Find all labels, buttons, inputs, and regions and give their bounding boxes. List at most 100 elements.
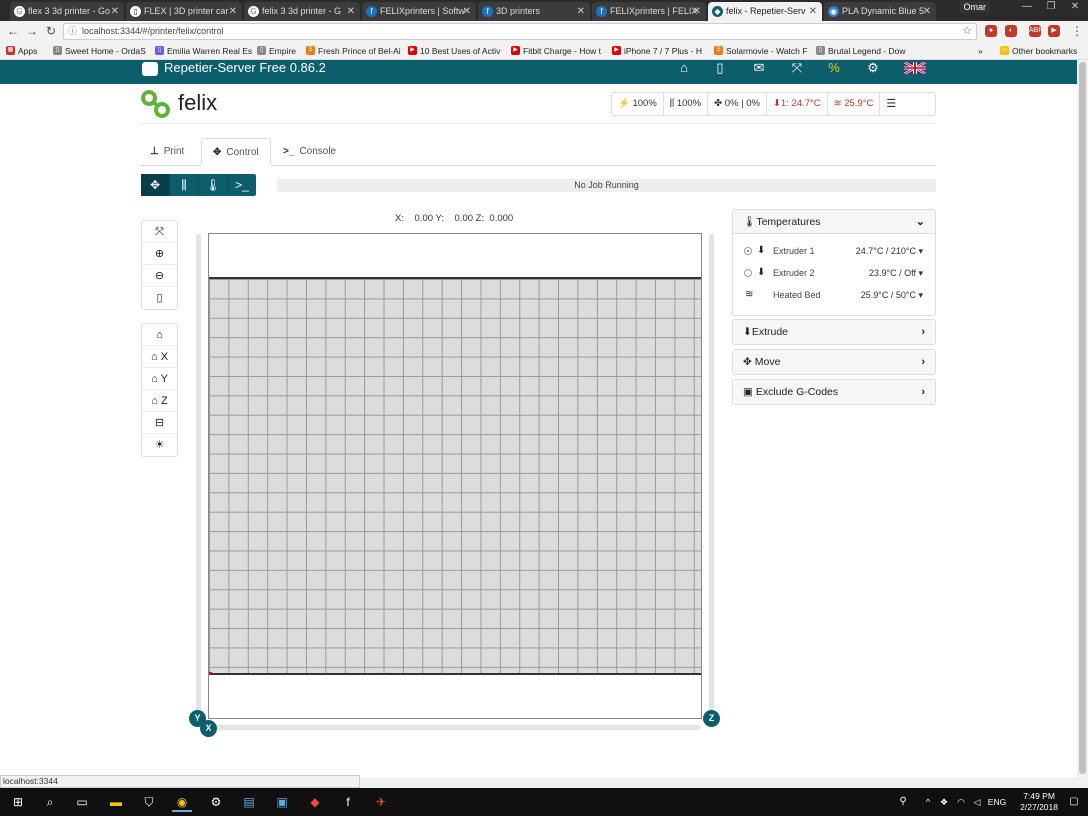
bookmark-item[interactable]: ▯ Empire xyxy=(257,44,296,58)
extension-icon[interactable]: ◐ xyxy=(1005,25,1017,37)
bed-temp-status[interactable]: ≋ 25.9°C xyxy=(828,93,881,115)
motors-off-icon[interactable]: ⊟ xyxy=(142,412,177,434)
print-bed-grid[interactable] xyxy=(209,277,701,675)
browser-tab-active[interactable]: ◆ felix - Repetier-Serv ✕ xyxy=(708,2,822,21)
zoom-out-icon[interactable]: ⊖ xyxy=(142,265,177,287)
z-slider-track-left[interactable] xyxy=(196,234,201,714)
home-z-button[interactable]: ⌂ Z xyxy=(142,390,177,412)
other-bookmarks[interactable]: ▭ Other bookmarks xyxy=(1000,44,1077,58)
extruder-temp-status[interactable]: ⬇1: 24.7°C xyxy=(767,93,828,115)
scrollbar-thumb[interactable] xyxy=(1079,62,1086,774)
home-icon[interactable]: ⌂ xyxy=(674,60,694,76)
extruder-2-radio[interactable] xyxy=(744,269,752,277)
browser-tab[interactable]: f FELIXprinters | FELIX ✕ xyxy=(592,2,706,21)
speed-status[interactable]: ⚡ 100% xyxy=(612,93,664,115)
heated-bed-temp-dropdown[interactable]: 25.9°C / 50°C ▾ xyxy=(861,284,923,306)
more-bookmarks-button[interactable]: » xyxy=(978,44,983,58)
volume-icon[interactable]: ◁ xyxy=(967,792,987,812)
app-icon[interactable]: ▤ xyxy=(239,792,259,812)
hamburger-menu-icon[interactable]: ☰ xyxy=(880,93,902,115)
move-panel[interactable]: ✥ Move › xyxy=(732,349,936,375)
x-slider-track[interactable] xyxy=(214,725,700,730)
z-slider-track-right[interactable] xyxy=(709,234,714,714)
close-tab-icon[interactable]: ✕ xyxy=(809,2,817,21)
close-tab-icon[interactable]: ✕ xyxy=(229,2,237,21)
console-view-button[interactable]: >_ xyxy=(228,174,256,196)
tab-print[interactable]: ⊥ Print xyxy=(150,138,206,166)
fullscreen-icon[interactable]: ⤧ xyxy=(787,60,807,76)
home-y-button[interactable]: ⌂ Y xyxy=(142,368,177,390)
z-axis-handle[interactable]: Z xyxy=(703,710,720,727)
reload-icon[interactable]: ↻ xyxy=(44,24,58,38)
temperatures-panel-header[interactable]: 🌡Temperatures ⌄ xyxy=(733,210,935,234)
bookmark-item[interactable]: ▶ Fitbit Charge - How t xyxy=(511,44,601,58)
extruder-view-button[interactable]: ⫼ xyxy=(170,174,199,196)
notifications-icon[interactable]: ▢ xyxy=(1064,792,1084,812)
bookmark-item[interactable]: ▯ Emilia Warren Real Es xyxy=(155,44,252,58)
browser-tab[interactable]: f 3D printers ✕ xyxy=(478,2,590,21)
adblock-icon[interactable]: ABP xyxy=(1029,25,1043,37)
move-view-button[interactable]: ✥ xyxy=(141,174,170,196)
profile-button[interactable]: Omar xyxy=(959,1,990,13)
close-tab-icon[interactable]: ✕ xyxy=(463,2,471,21)
home-x-button[interactable]: ⌂ X xyxy=(142,346,177,368)
language-indicator[interactable]: ENG xyxy=(985,792,1009,812)
home-all-icon[interactable]: ⌂ xyxy=(142,324,177,346)
chrome-icon[interactable]: ◉ xyxy=(172,792,192,812)
address-bar[interactable]: ⓘ localhost:3344/#/printer/felix/control… xyxy=(63,23,977,40)
extension-icon[interactable]: ▶ xyxy=(1048,25,1060,37)
bed-view[interactable] xyxy=(208,233,702,719)
forward-icon[interactable]: → xyxy=(25,24,39,38)
search-icon[interactable]: ⌕ xyxy=(40,792,60,812)
move-panel-header[interactable]: ✥ Move › xyxy=(733,350,935,374)
file-explorer-icon[interactable]: ▬ xyxy=(106,792,126,812)
app-icon[interactable]: ◆ xyxy=(305,792,325,812)
restore-icon[interactable]: ❐ xyxy=(1040,0,1062,14)
browser-tab[interactable]: f FELIXprinters | Softw ✕ xyxy=(362,2,476,21)
flag-uk-icon[interactable] xyxy=(903,60,927,76)
people-icon[interactable]: ⚲ xyxy=(893,792,913,812)
bookmark-star-icon[interactable]: ☆ xyxy=(962,24,972,39)
browser-tab[interactable]: ▯ FLEX | 3D printer car ✕ xyxy=(126,2,242,21)
close-tab-icon[interactable]: ✕ xyxy=(111,2,119,21)
gear-icon[interactable]: ⚙ xyxy=(863,60,883,76)
menu-icon[interactable]: ⋮ xyxy=(1070,24,1084,38)
close-tab-icon[interactable]: ✕ xyxy=(577,2,585,21)
tablet-icon[interactable]: ▯ xyxy=(710,60,730,76)
fan-status[interactable]: ✤ 0% | 0% xyxy=(708,93,767,115)
app-icon[interactable]: ▣ xyxy=(272,792,292,812)
bookmark-item[interactable]: ▯ Brutal Legend - Dow xyxy=(816,44,906,58)
extruder-2-temp-dropdown[interactable]: 23.9°C / Off ▾ xyxy=(869,262,923,284)
bookmark-item[interactable]: ▶ iPhone 7 / 7 Plus - H xyxy=(612,44,702,58)
x-axis-handle[interactable]: X xyxy=(200,720,217,737)
light-icon[interactable]: ☀ xyxy=(142,434,177,456)
app-icon[interactable]: ✈ xyxy=(371,792,391,812)
exclude-gcodes-panel-header[interactable]: ▣ Exclude G-Codes › xyxy=(733,380,935,404)
windows-start-icon[interactable]: ⊞ xyxy=(8,792,28,812)
extrude-panel[interactable]: ⬇Extrude › xyxy=(732,319,936,345)
tab-console[interactable]: >_ Console xyxy=(283,138,353,166)
extension-icon[interactable]: ● xyxy=(985,25,997,37)
system-clock[interactable]: 7:49 PM 2/27/2018 xyxy=(1020,791,1058,813)
extruder-1-radio[interactable] xyxy=(744,247,752,255)
close-window-icon[interactable]: ✕ xyxy=(1064,0,1086,14)
browser-tab[interactable]: Gflex 3 3d printer - Go ✕ xyxy=(10,2,124,21)
temperature-view-button[interactable]: 🌡 xyxy=(199,174,228,196)
close-tab-icon[interactable]: ✕ xyxy=(923,2,931,21)
bookmark-item[interactable]: S Solarmovie - Watch F xyxy=(714,44,807,58)
tab-control[interactable]: ✥ Control xyxy=(201,138,271,166)
mail-icon[interactable]: ✉ xyxy=(749,60,769,76)
browser-tab[interactable]: Gfelix 3 3d printer - G ✕ xyxy=(244,2,360,21)
fit-view-icon[interactable]: ⤧ xyxy=(142,221,177,243)
extruder-1-temp-dropdown[interactable]: 24.7°C / 210°C ▾ xyxy=(856,240,923,262)
bookmark-item[interactable]: ▯ Sweet Home - OrdaS xyxy=(53,44,146,58)
zoom-in-icon[interactable]: ⊕ xyxy=(142,243,177,265)
info-icon[interactable]: ⓘ xyxy=(68,24,77,39)
percent-icon[interactable]: % xyxy=(824,60,844,76)
store-icon[interactable]: ⛉ xyxy=(139,792,159,812)
minimize-icon[interactable]: — xyxy=(1016,0,1038,14)
bookmark-item[interactable]: S Fresh Prince of Bel-Ai xyxy=(306,44,401,58)
settings-icon[interactable]: ⚙ xyxy=(206,792,226,812)
task-view-icon[interactable]: ▭ xyxy=(72,792,92,812)
page-scrollbar[interactable] xyxy=(1077,60,1088,777)
